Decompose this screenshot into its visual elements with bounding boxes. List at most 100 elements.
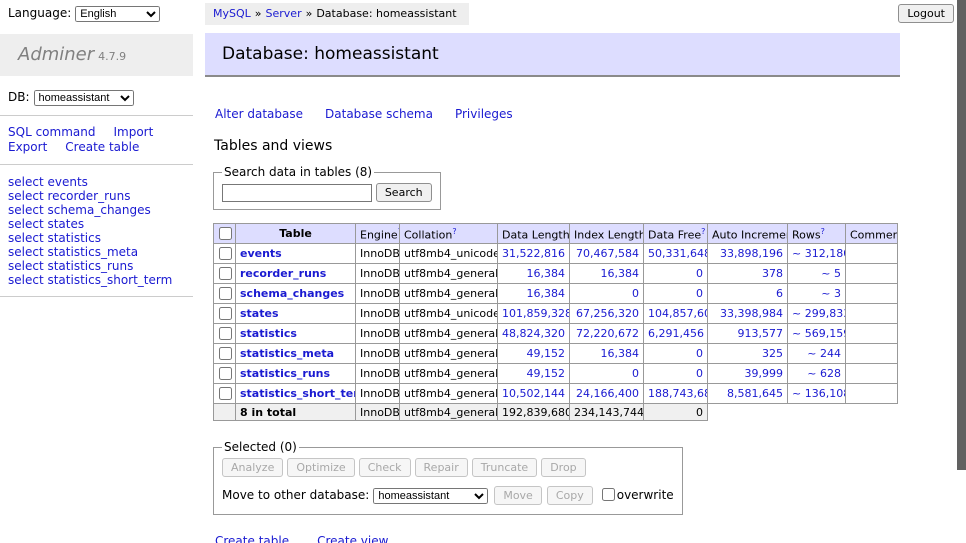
auto-increment-link[interactable]: 913,577 — [738, 327, 784, 340]
table-name-link[interactable]: states — [240, 307, 279, 320]
analyze-button[interactable]: Analyze — [222, 458, 283, 477]
column-help-link[interactable]: ? — [452, 227, 456, 236]
table-name-link[interactable]: statistics_runs — [240, 367, 330, 380]
database-schema-link[interactable]: Database schema — [325, 107, 433, 121]
data-free-link[interactable]: 188,743,680 — [648, 387, 708, 400]
select-all-checkbox[interactable] — [219, 227, 232, 240]
row-checkbox[interactable] — [219, 387, 232, 400]
data-free-link[interactable]: 50,331,648 — [648, 247, 708, 260]
check-button[interactable]: Check — [359, 458, 411, 477]
row-checkbox[interactable] — [219, 307, 232, 320]
search-button[interactable]: Search — [376, 183, 432, 202]
index-length-link[interactable]: 0 — [632, 287, 639, 300]
table-name-link[interactable]: schema_changes — [240, 287, 344, 300]
vertical-scrollbar[interactable] — [956, 0, 966, 543]
auto-increment-link[interactable]: 33,398,984 — [720, 307, 783, 320]
row-checkbox[interactable] — [219, 347, 232, 360]
copy-button[interactable]: Copy — [547, 486, 593, 505]
sidebar-select-link[interactable]: select events — [8, 175, 193, 189]
column-help-icon[interactable]: ? — [821, 227, 825, 236]
sidebar-select-link[interactable]: select recorder_runs — [8, 189, 193, 203]
move-database-select[interactable]: homeassistant — [373, 488, 488, 504]
rows-link[interactable]: ~ 136,108 — [792, 387, 846, 400]
column-help-icon[interactable]: ? — [452, 227, 456, 236]
create-view-link[interactable]: Create view — [317, 534, 388, 543]
index-length-link[interactable]: 0 — [632, 367, 639, 380]
row-checkbox[interactable] — [219, 287, 232, 300]
rows-link[interactable]: ~ 312,180 — [792, 247, 846, 260]
export-link[interactable]: Export — [8, 140, 47, 154]
data-free-link[interactable]: 0 — [696, 367, 703, 380]
privileges-link[interactable]: Privileges — [455, 107, 513, 121]
breadcrumb-server-link[interactable]: Server — [266, 7, 302, 20]
auto-increment-link[interactable]: 8,581,645 — [727, 387, 783, 400]
db-select[interactable]: homeassistant — [34, 90, 134, 106]
sidebar-select-link[interactable]: select statistics — [8, 231, 193, 245]
drop-button[interactable]: Drop — [541, 458, 585, 477]
data-length-link[interactable]: 16,384 — [527, 267, 566, 280]
create-table-link[interactable]: Create table — [215, 534, 289, 543]
data-length-link[interactable]: 101,859,328 — [502, 307, 570, 320]
table-name-link[interactable]: events — [240, 247, 282, 260]
data-free-link[interactable]: 0 — [696, 267, 703, 280]
index-length-link[interactable]: 16,384 — [601, 267, 640, 280]
row-checkbox[interactable] — [219, 367, 232, 380]
data-length-link[interactable]: 49,152 — [527, 367, 566, 380]
overwrite-checkbox[interactable] — [602, 488, 615, 501]
index-length-link[interactable]: 72,220,672 — [576, 327, 639, 340]
table-name-link[interactable]: recorder_runs — [240, 267, 326, 280]
row-checkbox[interactable] — [219, 327, 232, 340]
auto-increment-link[interactable]: 325 — [762, 347, 783, 360]
search-input[interactable] — [222, 184, 372, 202]
row-checkbox[interactable] — [219, 247, 232, 260]
data-free-link[interactable]: 104,857,600 — [648, 307, 708, 320]
rows-link[interactable]: ~ 569,159 — [792, 327, 846, 340]
column-help-link[interactable]: ? — [821, 227, 825, 236]
repair-button[interactable]: Repair — [415, 458, 468, 477]
rows-link[interactable]: ~ 299,833 — [792, 307, 846, 320]
sidebar-select-link[interactable]: select statistics_runs — [8, 259, 193, 273]
auto-increment-link[interactable]: 6 — [776, 287, 783, 300]
sql-command-link[interactable]: SQL command — [8, 125, 95, 139]
sidebar-select-link[interactable]: select statistics_short_term — [8, 273, 193, 287]
data-free-link[interactable]: 6,291,456 — [648, 327, 704, 340]
scrollbar-thumb[interactable] — [957, 0, 966, 470]
move-button[interactable]: Move — [494, 486, 542, 505]
sidebar-select-link[interactable]: select states — [8, 217, 193, 231]
table-row: statesInnoDButf8mb4_unicode_ci101,859,32… — [214, 304, 898, 324]
alter-database-link[interactable]: Alter database — [215, 107, 303, 121]
index-length-link[interactable]: 24,166,400 — [576, 387, 639, 400]
data-length-link[interactable]: 16,384 — [527, 287, 566, 300]
import-link[interactable]: Import — [113, 125, 153, 139]
data-length-link[interactable]: 31,522,816 — [502, 247, 565, 260]
table-name-link[interactable]: statistics_short_term — [240, 387, 356, 400]
rows-link[interactable]: ~ 3 — [821, 287, 841, 300]
data-length-link[interactable]: 48,824,320 — [502, 327, 565, 340]
column-help-icon[interactable]: ? — [701, 227, 705, 236]
index-length-link[interactable]: 70,467,584 — [576, 247, 639, 260]
data-length-link[interactable]: 10,502,144 — [502, 387, 565, 400]
rows-link[interactable]: ~ 244 — [807, 347, 841, 360]
auto-increment-link[interactable]: 39,999 — [745, 367, 784, 380]
data-length-link[interactable]: 49,152 — [527, 347, 566, 360]
row-checkbox[interactable] — [219, 267, 232, 280]
sidebar-select-link[interactable]: select schema_changes — [8, 203, 193, 217]
breadcrumb-mysql-link[interactable]: MySQL — [213, 7, 251, 20]
data-free-link[interactable]: 0 — [696, 287, 703, 300]
data-free-link[interactable]: 0 — [696, 347, 703, 360]
truncate-button[interactable]: Truncate — [472, 458, 537, 477]
logout-button[interactable]: Logout — [898, 4, 954, 23]
rows-link[interactable]: ~ 628 — [807, 367, 841, 380]
auto-increment-link[interactable]: 33,898,196 — [720, 247, 783, 260]
index-length-link[interactable]: 16,384 — [601, 347, 640, 360]
create-table-link-sidebar[interactable]: Create table — [65, 140, 139, 154]
rows-link[interactable]: ~ 5 — [821, 267, 841, 280]
auto-increment-link[interactable]: 378 — [762, 267, 783, 280]
table-name-link[interactable]: statistics — [240, 327, 297, 340]
sidebar-select-link[interactable]: select statistics_meta — [8, 245, 193, 259]
language-select[interactable]: English — [75, 6, 160, 22]
optimize-button[interactable]: Optimize — [287, 458, 354, 477]
column-help-link[interactable]: ? — [701, 227, 705, 236]
index-length-link[interactable]: 67,256,320 — [576, 307, 639, 320]
table-name-link[interactable]: statistics_meta — [240, 347, 334, 360]
